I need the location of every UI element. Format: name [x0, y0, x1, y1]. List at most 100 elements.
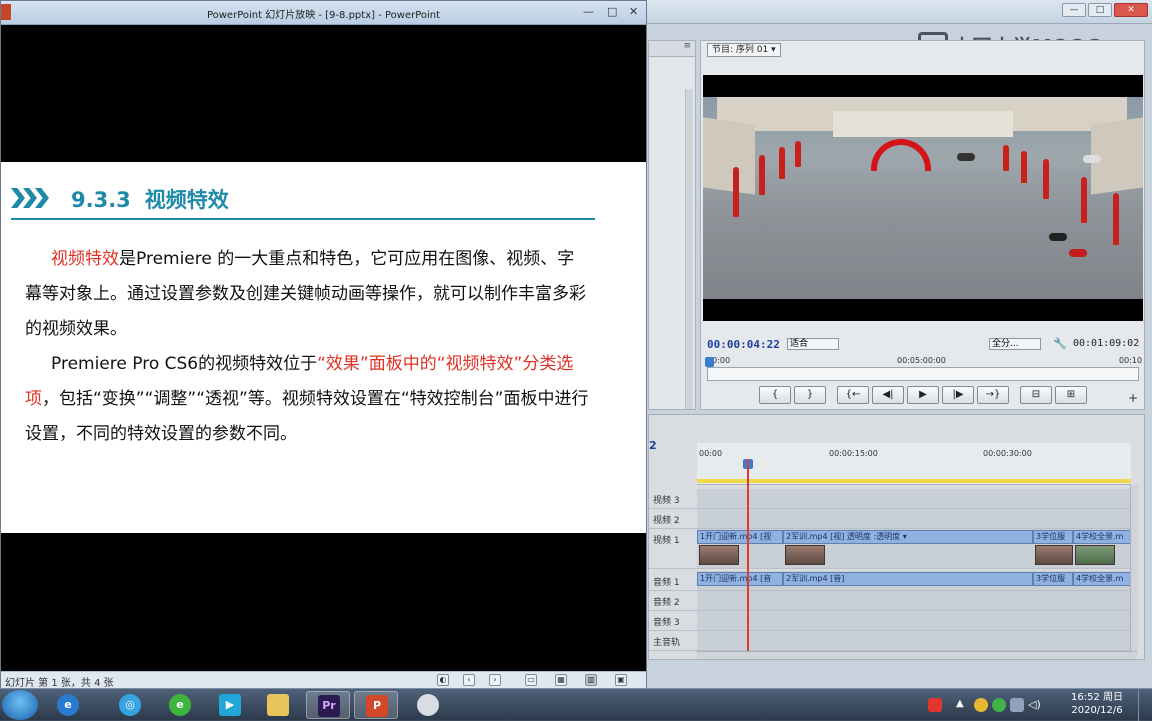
clip-video[interactable]: 2军训.mp4 [视] 透明度 :透明度 ▾: [783, 530, 1033, 544]
track-label: 音频 1: [653, 578, 680, 588]
window-title: PowerPoint 幻灯片放映 - [9-8.pptx] - PowerPoi…: [206, 10, 441, 21]
clip-video[interactable]: 4学校全景.m: [1073, 530, 1131, 544]
add-button-icon[interactable]: +: [1128, 391, 1138, 405]
taskbar-360[interactable]: e: [158, 691, 202, 719]
powerpoint-titlebar: PowerPoint 幻灯片放映 - [9-8.pptx] - PowerPoi…: [1, 1, 646, 25]
monitor-time-ruler[interactable]: [707, 367, 1139, 381]
clip-thumbnail: [785, 545, 825, 565]
track-audio-3: 音频 3: [649, 611, 1131, 631]
clock-time: 16:52 周日: [1071, 692, 1123, 703]
clip-video[interactable]: 1开门迎新.mp4 [视: [697, 530, 783, 544]
taskbar-explorer[interactable]: [256, 691, 300, 719]
track-area[interactable]: [697, 509, 1131, 528]
normal-view-icon[interactable]: ▭: [525, 674, 537, 686]
step-back-button[interactable]: ◀|: [872, 386, 904, 404]
track-area[interactable]: [697, 631, 1131, 650]
playhead-marker[interactable]: [705, 357, 714, 367]
mark-out-button[interactable]: }: [794, 386, 826, 404]
clip-thumbnail: [1035, 545, 1073, 565]
taskbar-powerpoint[interactable]: P: [354, 691, 398, 719]
panel-menu-icon[interactable]: ≡: [649, 41, 695, 57]
volume-icon[interactable]: ◁): [1028, 698, 1042, 712]
track-area[interactable]: [697, 611, 1131, 630]
go-to-out-button[interactable]: →}: [977, 386, 1009, 404]
panel-scrollbar[interactable]: [685, 89, 693, 409]
track-label: 音频 2: [653, 598, 680, 608]
green-browser-icon: e: [169, 694, 191, 716]
paragraph-2: Premiere Pro CS6的视频特效位于“效果”面板中的“视频特效”分类选…: [25, 347, 591, 452]
tab-program-monitor[interactable]: 节目: 序列 01 ▾: [707, 43, 781, 57]
lift-button[interactable]: ⊟: [1020, 386, 1052, 404]
network-icon[interactable]: [1010, 698, 1024, 712]
clip-audio[interactable]: 2军训.mp4 [音]: [783, 572, 1033, 586]
maximize-button[interactable]: □: [1088, 3, 1112, 17]
go-to-in-button[interactable]: {←: [837, 386, 869, 404]
ruler-label: 00:05:00:00: [897, 356, 946, 365]
clip-audio[interactable]: 4学校全景.m: [1073, 572, 1131, 586]
timeline-ruler[interactable]: 00:00 00:00:15:00 00:00:30:00: [697, 443, 1131, 485]
play-button[interactable]: ▶: [907, 386, 939, 404]
prev-slide-icon[interactable]: ‹: [463, 674, 475, 686]
status-bar: 幻灯片 第 1 张，共 4 张 ◐ ‹ › ▭ ▦ ▥ ▣: [1, 671, 646, 689]
step-forward-button[interactable]: |▶: [942, 386, 974, 404]
timeline-horizontal-scrollbar[interactable]: [697, 651, 1137, 659]
extract-button[interactable]: ⊞: [1055, 386, 1087, 404]
slide[interactable]: 9.3.3 视频特效 视频特效是Premiere 的一大重点和特色，它可应用在图像…: [1, 162, 646, 533]
close-button[interactable]: ✕: [629, 5, 638, 18]
track-area[interactable]: [697, 591, 1131, 610]
wrench-icon[interactable]: 🔧: [1053, 337, 1067, 350]
track-label: 视频 2: [653, 516, 680, 526]
minimize-button[interactable]: —: [1062, 3, 1086, 17]
restore-button[interactable]: □: [607, 5, 617, 18]
taskbar-premiere[interactable]: Pr: [306, 691, 350, 719]
tray-app-icon[interactable]: [974, 698, 988, 712]
clip-video[interactable]: 3学位服: [1033, 530, 1073, 544]
sequence-tab[interactable]: 2: [649, 439, 657, 452]
resolution-select[interactable]: 全分...: [989, 338, 1041, 350]
track-area[interactable]: 1开门迎新.mp4 [视 2军训.mp4 [视] 透明度 :透明度 ▾ 3学位服…: [697, 529, 1131, 568]
minimize-button[interactable]: —: [583, 5, 594, 18]
slideshow-view-icon[interactable]: ▣: [615, 674, 627, 686]
body-text: ，包括“变换”“调整”“透视”等。视频特效设置在“特效控制台”面板中进行设置，不…: [25, 389, 589, 444]
ruler-label: 00:10: [1119, 356, 1143, 365]
timeline-tick-label: 00:00:15:00: [829, 449, 878, 458]
clip-thumbnail: [699, 545, 739, 565]
close-button[interactable]: ✕: [1114, 3, 1148, 17]
body-text: Premiere Pro CS6的视频特效位于: [51, 354, 318, 374]
system-tray: ▲ ◁): [922, 691, 1070, 719]
heading-underline: [11, 218, 595, 220]
tray-arrow-icon[interactable]: ▲: [956, 698, 970, 712]
reading-view-icon[interactable]: ▥: [585, 674, 597, 686]
timeline-playhead-line: [747, 459, 749, 655]
security-icon[interactable]: [992, 698, 1006, 712]
track-audio-2: 音频 2: [649, 591, 1131, 611]
mark-in-button[interactable]: {: [759, 386, 791, 404]
clip-audio[interactable]: 3学位服: [1033, 572, 1073, 586]
timeline-vertical-scrollbar[interactable]: [1130, 485, 1138, 653]
taskbar-ie[interactable]: e: [46, 691, 90, 719]
ie-icon: e: [57, 694, 79, 716]
notes-icon[interactable]: ◐: [437, 674, 449, 686]
clip-audio[interactable]: 1开门迎新.mp4 [音: [697, 572, 783, 586]
timeline-panel: 2 00:00 00:00:15:00 00:00:30:00 视频 3 视频 …: [648, 414, 1145, 660]
show-desktop-button[interactable]: [1138, 689, 1152, 721]
next-slide-icon[interactable]: ›: [489, 674, 501, 686]
powerpoint-icon: P: [366, 695, 388, 717]
track-audio-1: 音频 1 1开门迎新.mp4 [音 2军训.mp4 [音] 3学位服 4学校全景…: [649, 571, 1131, 591]
clock-date: 2020/12/6: [1071, 705, 1123, 716]
track-video-2: 视频 2: [649, 509, 1131, 529]
sorter-view-icon[interactable]: ▦: [555, 674, 567, 686]
taskbar-player[interactable]: ▶: [208, 691, 252, 719]
sogou-icon[interactable]: [928, 698, 942, 712]
zoom-fit-select[interactable]: 适合: [787, 338, 839, 350]
taskbar-recorder[interactable]: [406, 691, 450, 719]
current-timecode[interactable]: 00:00:04:22: [707, 338, 780, 351]
taskbar-browser[interactable]: ◎: [108, 691, 152, 719]
track-area[interactable]: 1开门迎新.mp4 [音 2军训.mp4 [音] 3学位服 4学校全景.m: [697, 571, 1131, 590]
track-label: 视频 1: [653, 536, 680, 546]
clock[interactable]: 16:52 周日 2020/12/6: [1070, 691, 1124, 717]
work-area-bar[interactable]: [697, 479, 1131, 483]
track-area[interactable]: [697, 489, 1131, 508]
start-button[interactable]: [2, 690, 38, 720]
project-panel: ≡: [648, 40, 696, 410]
